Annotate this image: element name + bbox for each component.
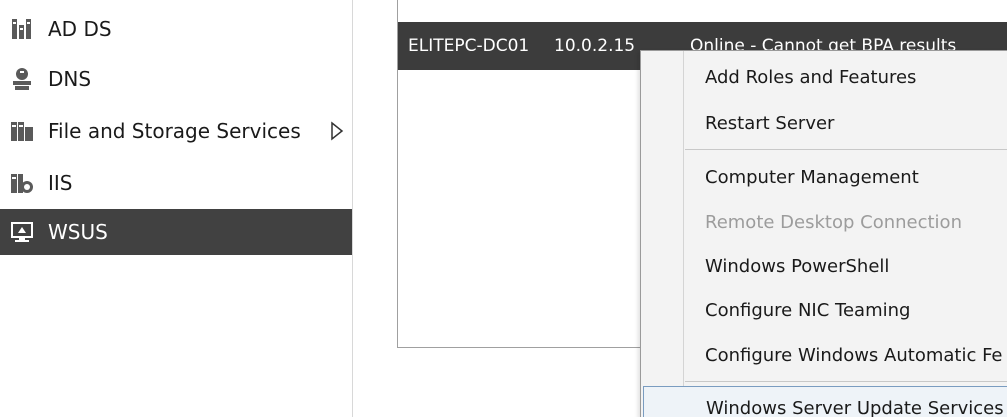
server-ip-cell: 10.0.2.15	[554, 36, 636, 56]
menu-item-restart-server[interactable]: Restart Server	[685, 101, 1007, 145]
menu-item-label: Restart Server	[705, 112, 835, 134]
menu-item-label: Configure Windows Automatic Fe	[705, 344, 1003, 366]
nav-item-file-and-storage[interactable]: File and Storage Services	[0, 108, 352, 154]
nav-item-label: WSUS	[48, 220, 108, 244]
dns-icon	[10, 67, 34, 91]
nav-item-label: AD DS	[48, 17, 112, 41]
menu-item-configure-windows-automatic-feedback[interactable]: Configure Windows Automatic Fe	[685, 333, 1007, 377]
menu-separator	[685, 381, 1007, 382]
nav-item-ad-ds[interactable]: AD DS	[0, 6, 352, 52]
menu-separator	[685, 149, 1007, 150]
menu-item-label: Configure NIC Teaming	[705, 299, 911, 321]
menu-icon-gutter	[641, 51, 684, 417]
nav-item-iis[interactable]: IIS	[0, 160, 352, 206]
file-storage-icon	[10, 119, 34, 143]
menu-item-label: Windows PowerShell	[705, 255, 890, 277]
menu-item-label: Computer Management	[705, 166, 919, 188]
iis-icon	[10, 171, 34, 195]
nav-item-wsus[interactable]: WSUS	[0, 209, 352, 255]
menu-item-windows-server-update-services[interactable]: Windows Server Update Services	[643, 386, 1007, 417]
nav-item-label: IIS	[48, 171, 73, 195]
menu-item-remote-desktop-connection: Remote Desktop Connection	[685, 200, 1007, 244]
menu-item-label: Remote Desktop Connection	[705, 211, 962, 233]
menu-item-label: Windows Server Update Services	[706, 397, 1004, 417]
menu-item-windows-powershell[interactable]: Windows PowerShell	[685, 244, 1007, 288]
server-manager-window: AD DS DNS File and Storage Services IIS …	[0, 0, 1007, 417]
menu-item-configure-nic-teaming[interactable]: Configure NIC Teaming	[685, 288, 1007, 332]
nav-item-label: DNS	[48, 67, 92, 91]
nav-item-dns[interactable]: DNS	[0, 56, 352, 102]
server-context-menu: Add Roles and Features Restart Server Co…	[640, 50, 1007, 417]
role-navigation-pane: AD DS DNS File and Storage Services IIS …	[0, 0, 353, 417]
ad-ds-icon	[10, 17, 34, 41]
server-name-cell: ELITEPC-DC01	[408, 36, 530, 56]
menu-item-computer-management[interactable]: Computer Management	[685, 155, 1007, 199]
menu-item-add-roles-and-features[interactable]: Add Roles and Features	[685, 55, 1007, 99]
wsus-icon	[10, 220, 34, 244]
chevron-right-icon[interactable]	[330, 121, 344, 141]
nav-item-label: File and Storage Services	[48, 119, 301, 143]
menu-item-label: Add Roles and Features	[705, 66, 917, 88]
